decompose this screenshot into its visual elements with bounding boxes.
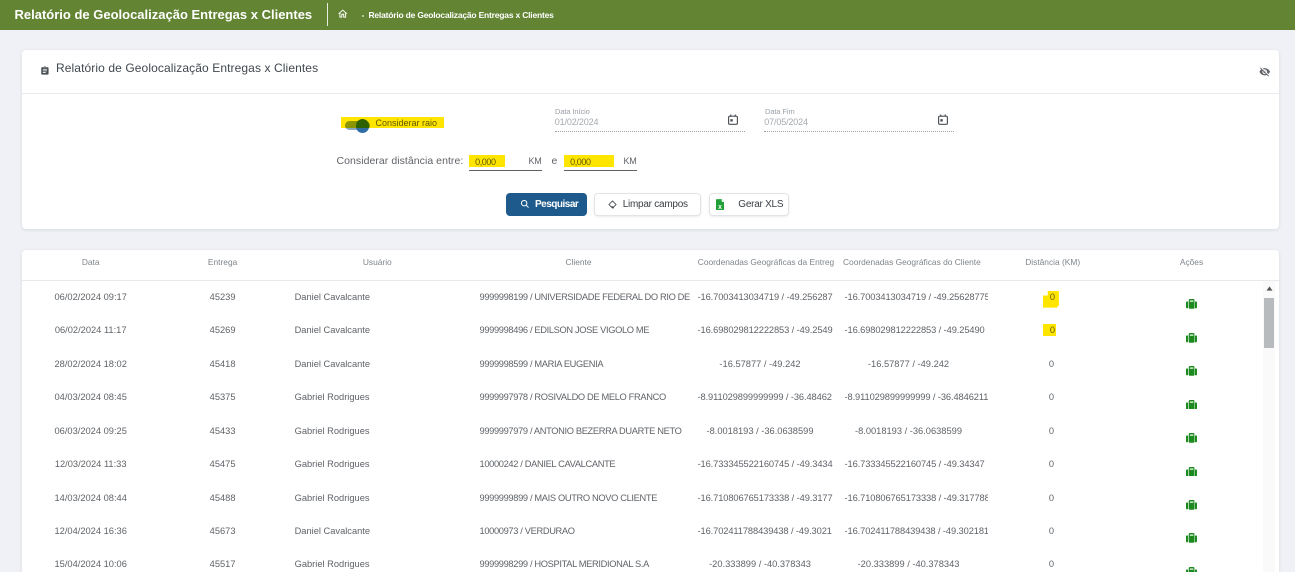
svg-text:x: x (718, 204, 722, 211)
